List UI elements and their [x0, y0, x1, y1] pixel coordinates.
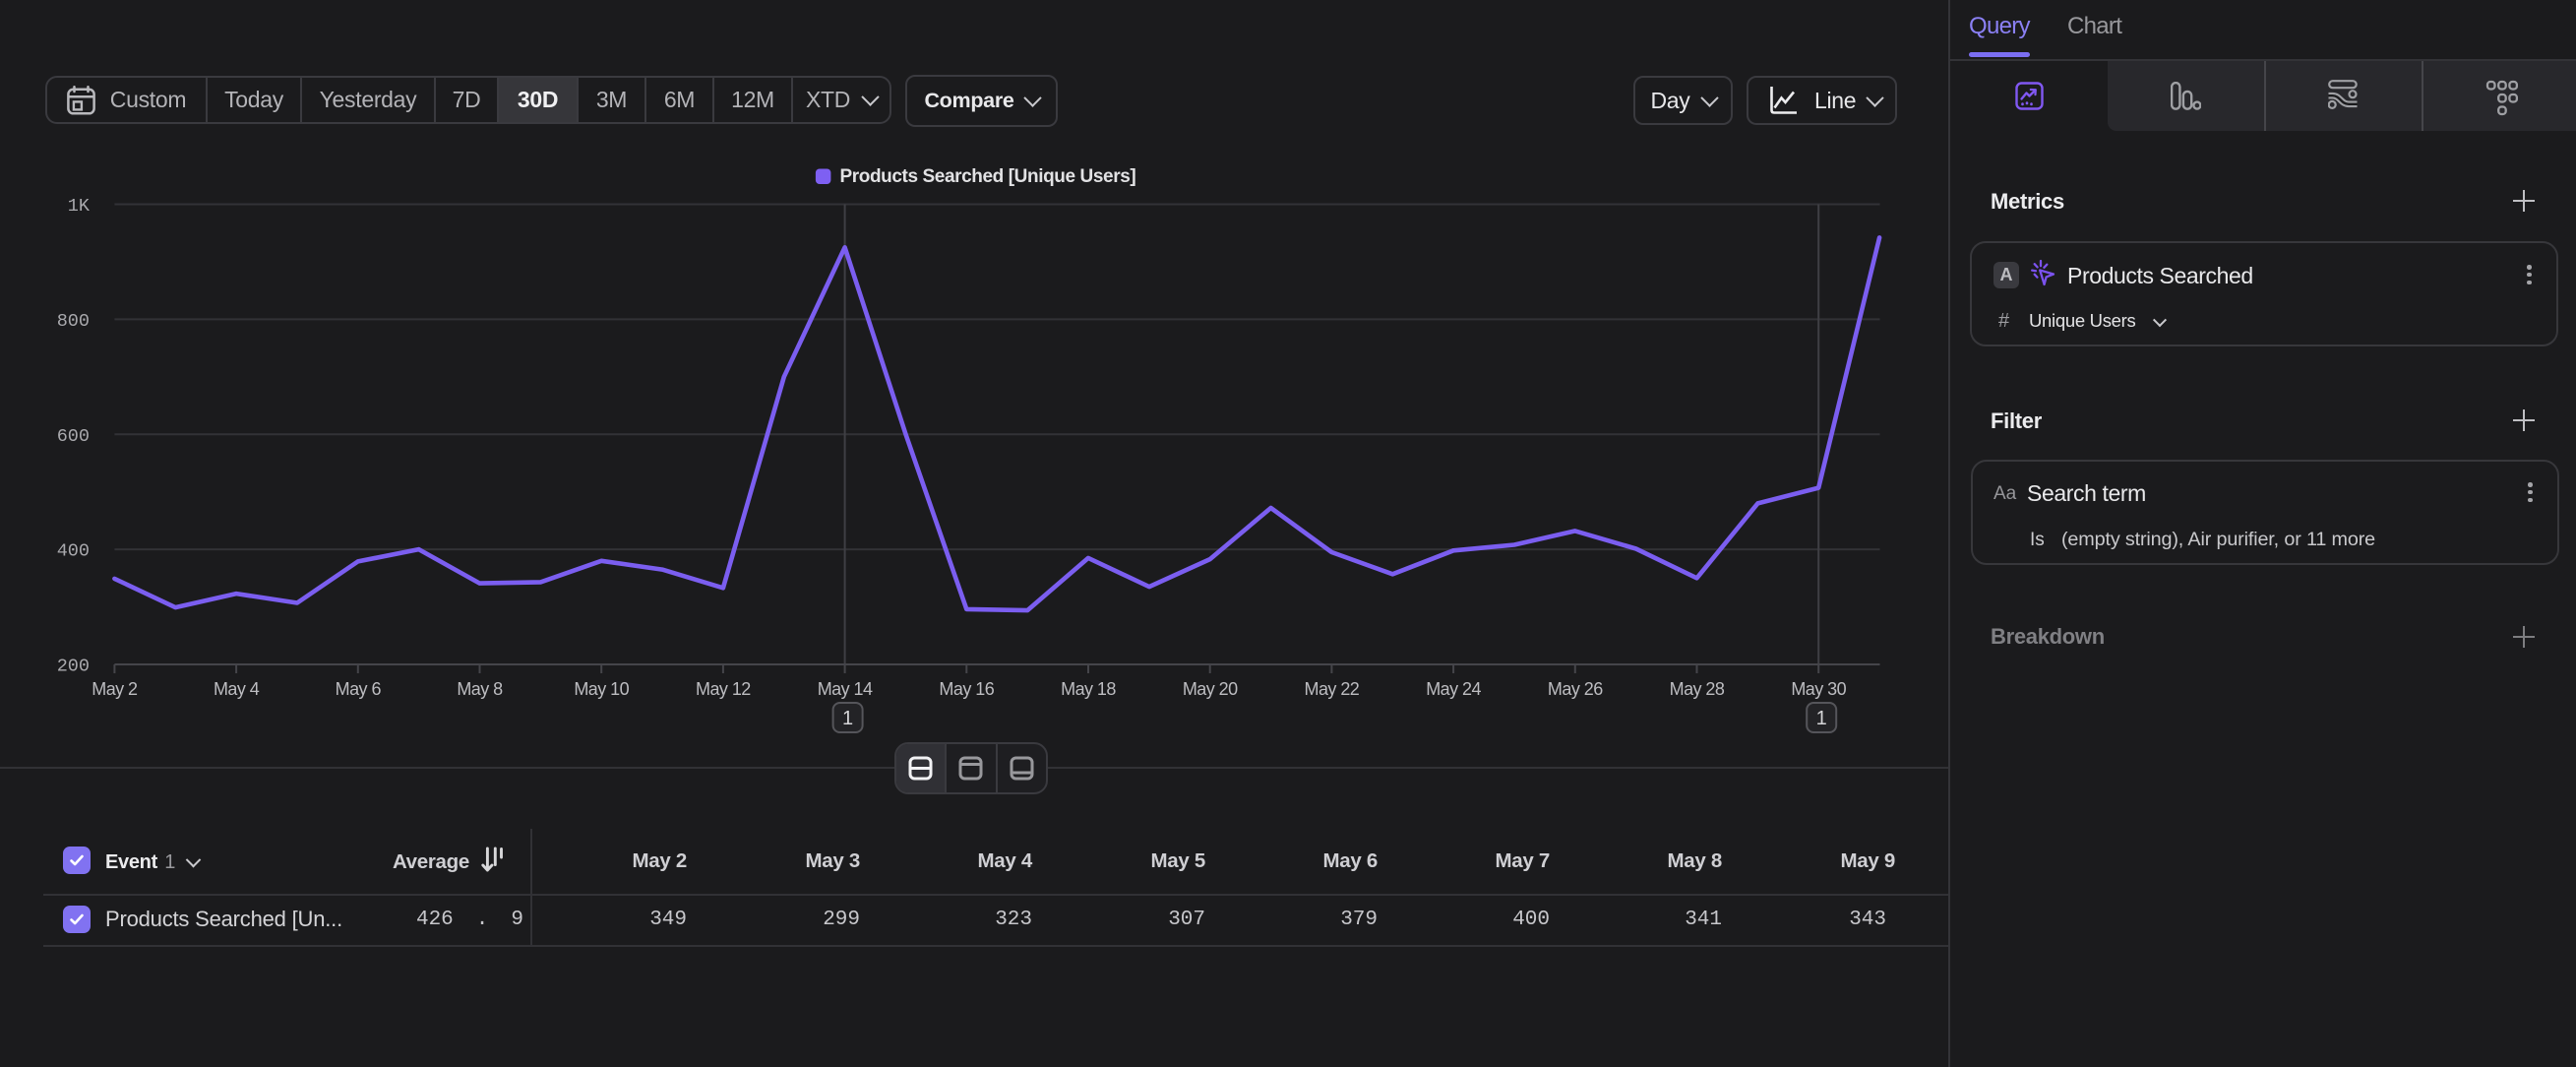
- svg-text:May 28: May 28: [1670, 679, 1725, 699]
- svg-text:400: 400: [57, 541, 90, 562]
- svg-text:Products Searched [Unique User: Products Searched [Unique Users]: [840, 166, 1136, 187]
- svg-text:May 10: May 10: [574, 679, 629, 699]
- svg-text:May 24: May 24: [1426, 679, 1481, 699]
- svg-text:May 4: May 4: [214, 679, 260, 699]
- svg-text:600: 600: [57, 426, 90, 447]
- svg-text:200: 200: [57, 657, 90, 677]
- svg-text:800: 800: [57, 311, 90, 332]
- svg-text:May 18: May 18: [1061, 679, 1116, 699]
- svg-text:May 30: May 30: [1791, 679, 1846, 699]
- svg-text:May 16: May 16: [939, 679, 994, 699]
- svg-text:1: 1: [1816, 708, 1827, 729]
- svg-text:May 12: May 12: [696, 679, 751, 699]
- svg-text:May 2: May 2: [92, 679, 138, 699]
- svg-text:May 20: May 20: [1183, 679, 1238, 699]
- svg-text:May 26: May 26: [1548, 679, 1603, 699]
- svg-text:May 8: May 8: [457, 679, 503, 699]
- svg-text:May 22: May 22: [1305, 679, 1360, 699]
- svg-text:1K: 1K: [68, 196, 91, 217]
- svg-text:May 14: May 14: [818, 679, 873, 699]
- svg-text:1: 1: [842, 708, 853, 729]
- svg-text:May 6: May 6: [336, 679, 382, 699]
